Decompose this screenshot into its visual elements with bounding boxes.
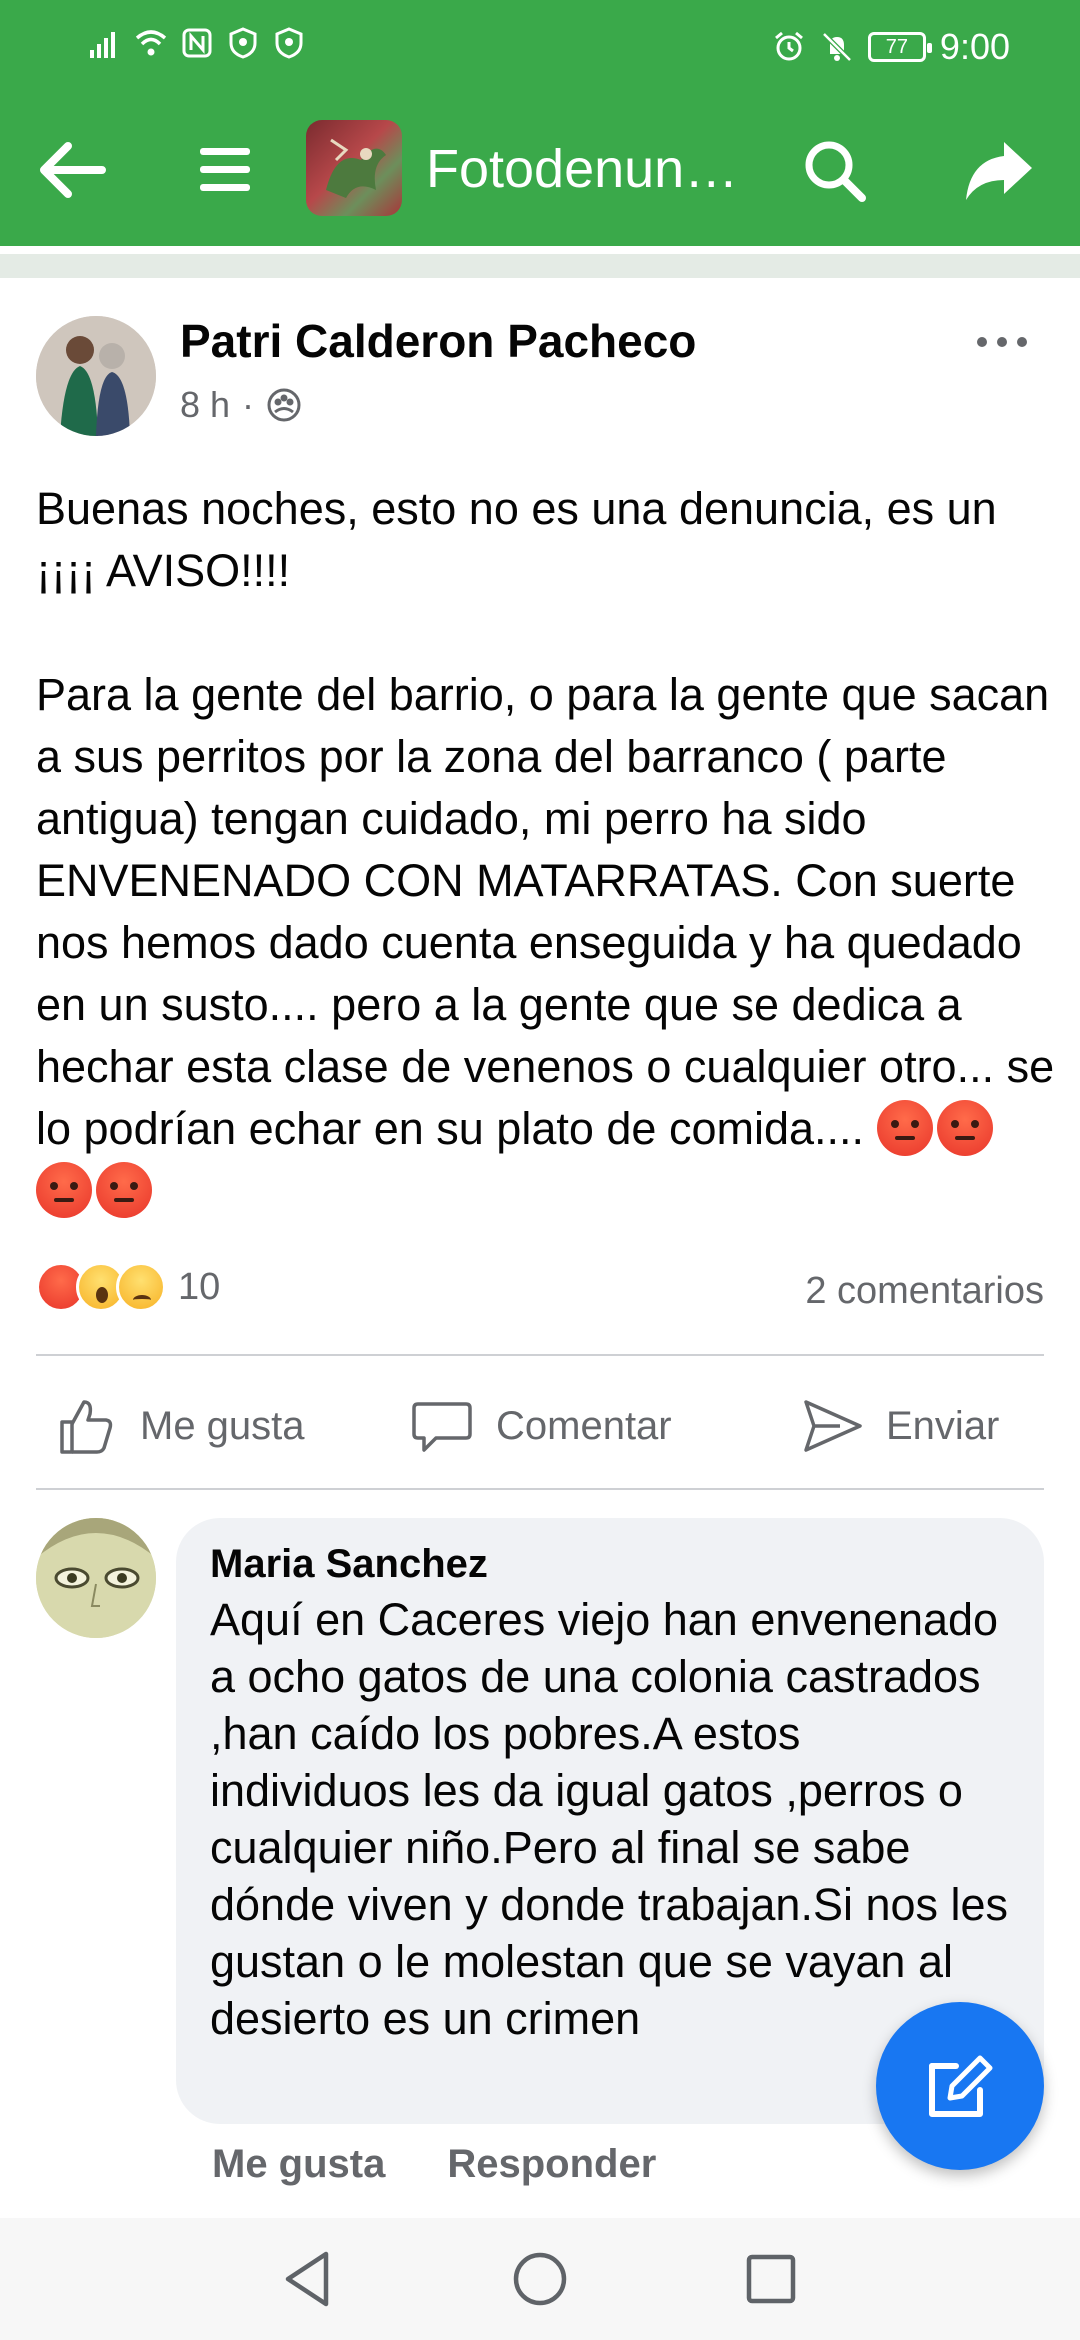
section-divider (0, 254, 1080, 278)
comment-bubble-icon (412, 1402, 472, 1452)
angry-emoji-icon (876, 1100, 933, 1156)
post-body: Buenas noches, esto no es una denuncia, … (36, 478, 1056, 1222)
shield-icon (275, 27, 303, 59)
nfc-icon (182, 28, 212, 58)
angry-emoji-icon (36, 1162, 92, 1218)
menu-icon[interactable] (196, 140, 254, 200)
status-bar: 77 9:00 (0, 0, 1080, 96)
group-audience-icon (267, 388, 301, 422)
comment-reply-button[interactable]: Responder (447, 2142, 656, 2187)
app-bar: Fotodenun… (0, 110, 1080, 230)
back-arrow-icon[interactable] (36, 138, 108, 202)
author-avatar[interactable] (36, 316, 156, 436)
more-options-icon[interactable] (970, 322, 1034, 362)
comments-count[interactable]: 2 comentarios (805, 1270, 1044, 1313)
sad-reaction-icon (116, 1262, 166, 1312)
like-label: Me gusta (140, 1403, 305, 1448)
post-time[interactable]: 8 h (180, 384, 230, 426)
like-button[interactable]: Me gusta (54, 1388, 305, 1464)
post-paragraph-1: Buenas noches, esto no es una denuncia, … (36, 483, 997, 596)
author-photo (36, 316, 156, 436)
nav-home-icon[interactable] (507, 2246, 573, 2312)
status-icons-right: 77 9:00 (772, 26, 1010, 68)
edit-icon (929, 2055, 993, 2117)
comment-like-button[interactable]: Me gusta (212, 2142, 385, 2187)
mute-icon (822, 32, 852, 62)
divider (36, 1488, 1044, 1490)
post-author-name[interactable]: Patri Calderon Pacheco (180, 314, 696, 368)
reaction-count: 10 (178, 1265, 221, 1308)
group-title[interactable]: Fotodenun… (426, 138, 746, 200)
wifi-icon (135, 30, 167, 56)
meta-separator: · (242, 384, 255, 425)
angry-emoji-icon (96, 1162, 152, 1218)
commenter-avatar[interactable] (36, 1518, 156, 1638)
post-meta: 8 h · (180, 384, 302, 426)
top-bar: 77 9:00 Fotodenun… (0, 0, 1080, 246)
send-label: Enviar (886, 1403, 1000, 1448)
comment-author-name[interactable]: Maria Sanchez (210, 1542, 1010, 1587)
system-nav-bar (0, 2218, 1080, 2340)
signal-icon (90, 32, 115, 58)
send-button[interactable]: Enviar (800, 1388, 999, 1464)
group-emblem-icon (326, 138, 386, 198)
battery-indicator: 77 (867, 32, 932, 62)
commenter-photo (36, 1518, 156, 1638)
group-avatar[interactable] (306, 120, 402, 216)
thumbs-up-icon (60, 1400, 113, 1454)
nav-back-icon[interactable] (276, 2246, 342, 2312)
nav-recents-icon[interactable] (738, 2246, 804, 2312)
compose-fab[interactable] (876, 2002, 1044, 2170)
status-icons-left (88, 26, 306, 60)
divider (36, 1354, 1044, 1356)
reaction-summary[interactable]: 10 (36, 1262, 220, 1312)
share-icon[interactable] (960, 136, 1036, 206)
angry-emoji-icon (936, 1100, 993, 1156)
comment-label: Comentar (496, 1403, 672, 1448)
send-arrow-icon (804, 1400, 862, 1452)
clock: 9:00 (939, 26, 1010, 67)
comment-actions: Me gusta Responder (212, 2142, 656, 2187)
post-paragraph-2: Para la gente del barrio, o para la gent… (36, 664, 1056, 1222)
shield-icon (229, 27, 257, 59)
alarm-icon (774, 31, 803, 61)
comment-text: Aquí en Caceres viejo han envenenado a o… (210, 1594, 1009, 2044)
post-paragraph-2-text: Para la gente del barrio, o para la gent… (36, 669, 1055, 1154)
battery-level: 77 (885, 35, 909, 58)
search-icon[interactable] (800, 136, 870, 206)
comment-button[interactable]: Comentar (410, 1388, 672, 1464)
